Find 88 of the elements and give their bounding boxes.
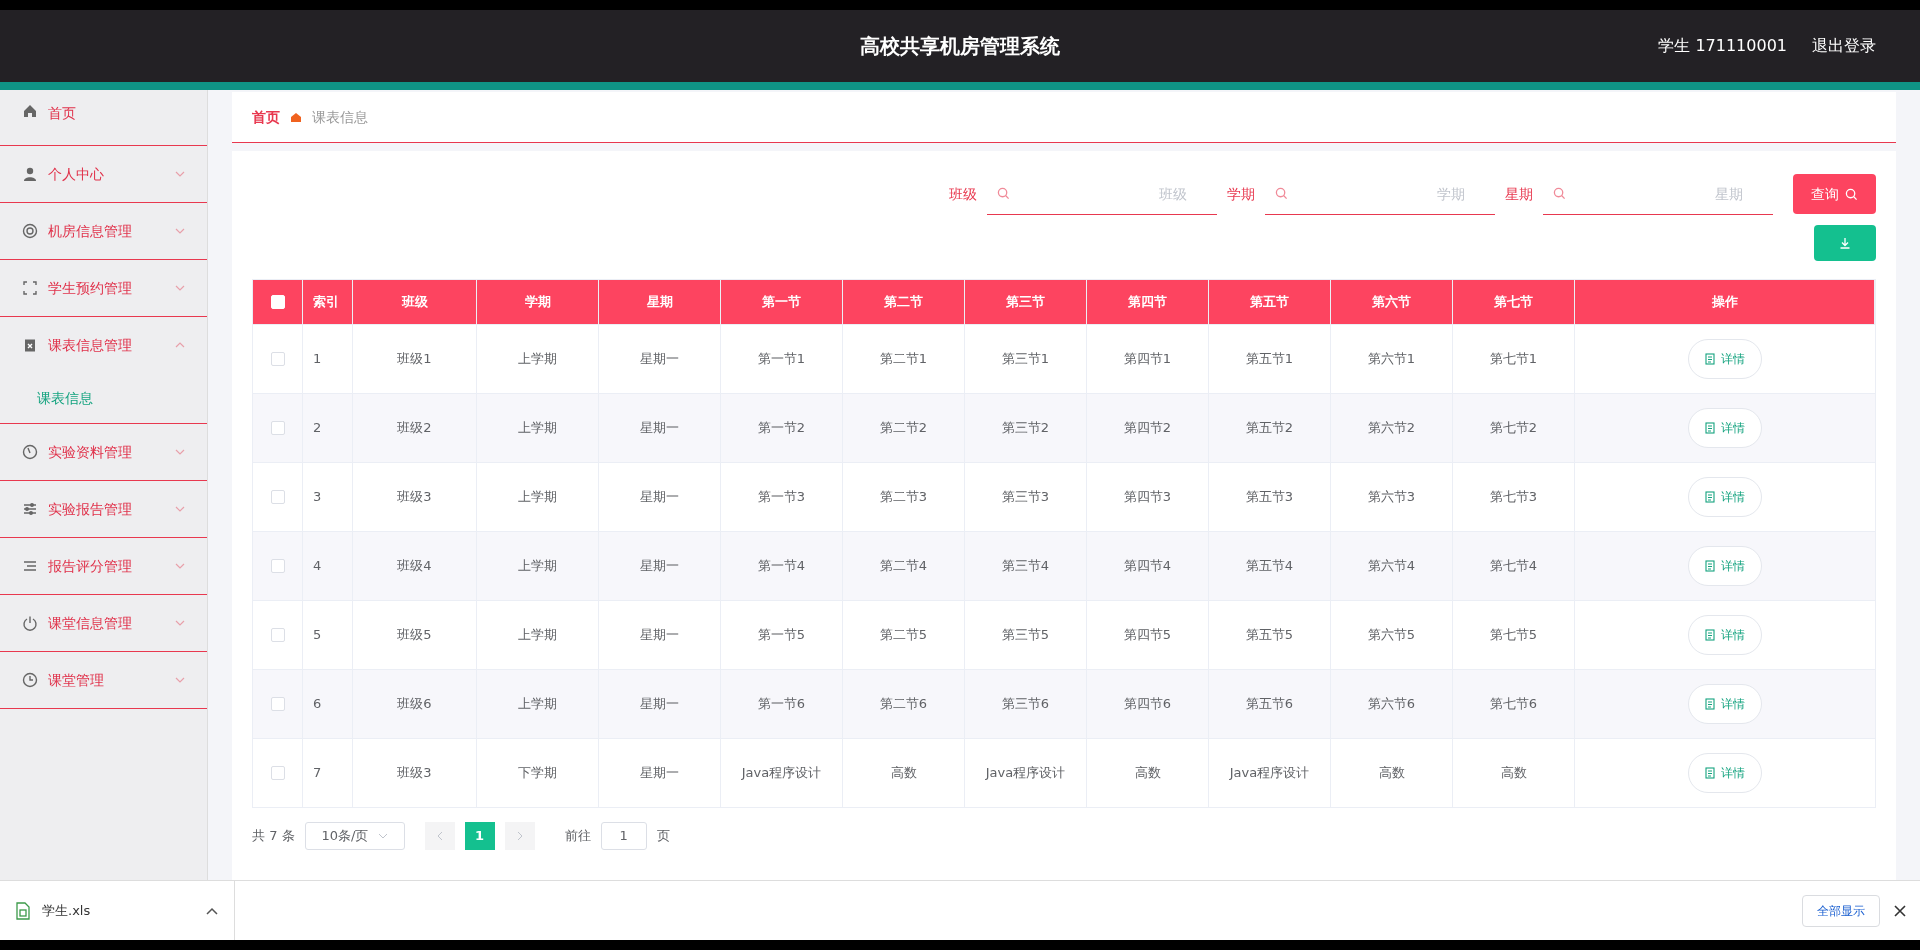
checkbox[interactable]	[270, 421, 285, 435]
checkbox[interactable]	[270, 490, 285, 504]
page-button[interactable]: 1	[464, 822, 495, 850]
table-cell: Java程序设计	[965, 739, 1087, 807]
checkbox[interactable]	[270, 628, 285, 642]
clipboard-icon	[22, 337, 38, 353]
download-file-name[interactable]: 学生.xls	[42, 900, 194, 921]
user-icon	[22, 166, 38, 182]
goto-label: 前往	[564, 827, 591, 846]
app-title: 高校共享机房管理系统	[860, 33, 1060, 60]
detail-button[interactable]: 详情	[1688, 684, 1762, 724]
table-cell: 下学期	[477, 739, 599, 807]
table-cell: 星期一	[599, 739, 721, 807]
next-page-button[interactable]	[504, 822, 535, 850]
sidebar-item[interactable]: 课表信息管理	[0, 317, 207, 373]
sidebar-item[interactable]: 报告评分管理	[0, 538, 207, 594]
search-icon	[1553, 187, 1566, 200]
search-field[interactable]: 班级	[987, 173, 1217, 215]
table-cell: Java程序设计	[1209, 739, 1331, 807]
sidebar-item[interactable]: 机房信息管理	[0, 203, 207, 259]
detail-button[interactable]: 详情	[1688, 477, 1762, 517]
table-cell: 高数	[843, 739, 965, 807]
sidebar-item[interactable]: 课堂信息管理	[0, 595, 207, 651]
spreadsheet-file-icon	[16, 901, 30, 920]
list-icon	[22, 558, 38, 574]
sidebar-item[interactable]: 实验资料管理	[0, 424, 207, 480]
search-field[interactable]: 学期	[1265, 173, 1495, 215]
gauge-icon	[22, 444, 38, 460]
previous-page-button[interactable]	[424, 822, 455, 850]
search-field[interactable]: 星期	[1543, 173, 1773, 215]
sidebar-item[interactable]: 首页	[0, 90, 207, 145]
goto-page-field[interactable]: 1	[600, 822, 647, 850]
sidebar-item[interactable]: 课堂管理	[0, 652, 207, 708]
clock-icon	[22, 672, 38, 688]
total-count: 共 7 条	[252, 827, 295, 846]
table-cell: 班级3	[353, 739, 477, 807]
search-label: 班级	[949, 184, 977, 204]
download-icon	[1839, 237, 1851, 249]
chevron-up-icon[interactable]	[206, 906, 218, 915]
checkbox[interactable]	[270, 559, 285, 573]
logout-link[interactable]: 退出登录	[1812, 34, 1876, 58]
document-icon	[1705, 491, 1715, 503]
chevron-left-icon	[436, 831, 443, 841]
ring-icon	[22, 223, 38, 239]
table-cell: 高数	[1453, 739, 1575, 807]
breadcrumb-current: 课表信息	[312, 107, 368, 127]
frame-icon	[22, 280, 38, 296]
table-cell: 高数	[1087, 739, 1209, 807]
download-button[interactable]	[1814, 225, 1876, 261]
search-icon	[997, 187, 1010, 200]
query-button[interactable]: 查询	[1793, 174, 1876, 214]
detail-button[interactable]: 详情	[1688, 408, 1762, 448]
document-icon	[1705, 629, 1715, 641]
checkbox[interactable]	[270, 352, 285, 366]
power-icon	[22, 615, 38, 631]
table-cell: 高数	[1331, 739, 1453, 807]
document-icon	[1705, 560, 1715, 572]
search-icon	[1275, 187, 1288, 200]
home-icon	[22, 103, 38, 119]
sidebar-item[interactable]: 学生预约管理	[0, 260, 207, 316]
breadcrumb-link[interactable]: 首页	[252, 106, 280, 128]
user-label: 学生 171110001	[1658, 35, 1787, 57]
close-icon[interactable]	[1894, 904, 1906, 917]
search-icon	[1845, 187, 1858, 201]
table-cell: Java程序设计	[721, 739, 843, 807]
chevron-right-icon	[516, 831, 523, 841]
document-icon	[1705, 353, 1715, 365]
sidebar-item[interactable]: 个人中心	[0, 146, 207, 202]
document-icon	[1705, 698, 1715, 710]
table-cell: 7	[303, 739, 353, 807]
search-label: 学期	[1227, 184, 1255, 204]
checkbox[interactable]	[270, 697, 285, 711]
sidebar-item[interactable]: 实验报告管理	[0, 481, 207, 537]
detail-button[interactable]: 详情	[1688, 615, 1762, 655]
checkbox[interactable]	[270, 766, 285, 780]
document-icon	[1705, 767, 1715, 779]
chevron-down-icon	[377, 833, 388, 839]
detail-button[interactable]: 详情	[1688, 546, 1762, 586]
sidebar-subitem[interactable]: 课表信息	[0, 373, 207, 423]
home-icon	[290, 111, 302, 123]
sliders-icon	[22, 501, 38, 517]
page-size-select[interactable]: 10条/页	[304, 822, 405, 850]
detail-button[interactable]: 详情	[1688, 753, 1762, 793]
goto-suffix: 页	[656, 827, 670, 846]
document-icon	[1705, 422, 1715, 434]
show-all-button[interactable]: 全部显示	[1802, 894, 1880, 927]
detail-button[interactable]: 详情	[1688, 339, 1762, 379]
search-label: 星期	[1505, 184, 1533, 204]
